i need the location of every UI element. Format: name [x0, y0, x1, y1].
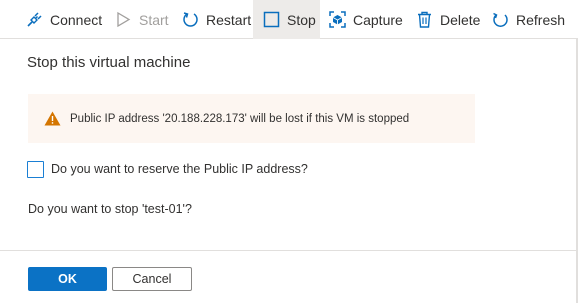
refresh-label: Refresh [516, 11, 566, 28]
command-bar: Connect Start Restart Stop Capture Delet… [0, 0, 578, 39]
connect-button[interactable]: Connect [26, 0, 102, 39]
footer-divider [0, 250, 578, 251]
stop-question: Do you want to stop 'test-01'? [28, 202, 192, 216]
cancel-button[interactable]: Cancel [112, 267, 192, 291]
warning-text: Public IP address '20.188.228.173' will … [70, 112, 410, 125]
warning-triangle-icon [44, 111, 61, 126]
restart-icon [183, 12, 198, 27]
refresh-icon [493, 12, 508, 27]
stop-label: Stop [287, 11, 316, 28]
plug-icon [27, 12, 42, 27]
start-label: Start [139, 11, 169, 28]
warning-banner: Public IP address '20.188.228.173' will … [28, 94, 475, 143]
capture-label: Capture [353, 11, 403, 28]
delete-button[interactable]: Delete [416, 0, 480, 39]
capture-icon [329, 11, 346, 28]
stop-icon [263, 11, 280, 28]
restart-button[interactable]: Restart [182, 0, 251, 39]
restart-label: Restart [206, 11, 252, 28]
reserve-ip-checkbox[interactable] [27, 160, 44, 178]
capture-button[interactable]: Capture [329, 0, 403, 39]
ok-button[interactable]: OK [28, 267, 107, 291]
stop-button[interactable]: Stop [253, 0, 320, 39]
reserve-ip-label[interactable]: Do you want to reserve the Public IP add… [51, 162, 308, 176]
connect-label: Connect [50, 11, 103, 28]
play-icon [117, 11, 131, 28]
stop-vm-dialog: Connect Start Restart Stop Capture Delet… [0, 0, 578, 303]
start-button[interactable]: Start [115, 0, 169, 39]
delete-label: Delete [440, 11, 481, 28]
dialog-title: Stop this virtual machine [27, 54, 191, 71]
refresh-button[interactable]: Refresh [492, 0, 565, 39]
reserve-ip-row: Do you want to reserve the Public IP add… [27, 160, 308, 178]
trash-icon [418, 11, 431, 28]
